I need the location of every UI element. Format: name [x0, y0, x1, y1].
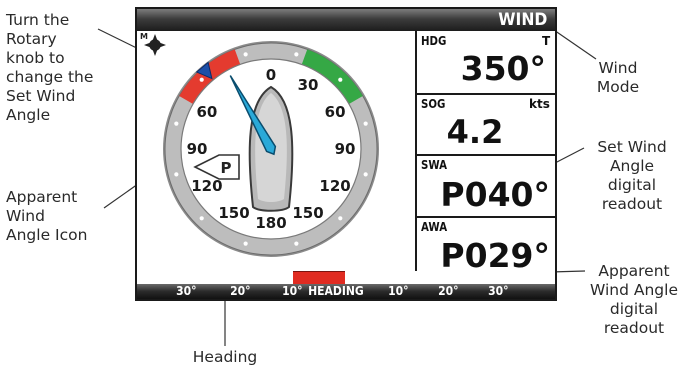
dial-tick [199, 216, 204, 221]
dial-angle-label: 30 [298, 76, 319, 94]
sog-unit: kts [529, 97, 550, 111]
heading-center-label: HEADING [308, 284, 364, 298]
heading-scale-label: 20° [230, 284, 251, 298]
callout-line: Angle [609, 157, 655, 175]
dial-tick [243, 241, 248, 246]
callout-line: Turn the [6, 11, 70, 29]
dial-angle-label: 150 [292, 204, 323, 222]
awa-readout-callout: Apparent Wind Angle digital readout [576, 262, 692, 338]
callout-line: change the [6, 68, 94, 86]
callout-line: Rotary [6, 30, 57, 48]
leader-line-wind-mode [550, 27, 597, 60]
svg-text:M: M [140, 32, 148, 41]
callout-line: Set Wind [6, 87, 76, 105]
panel-divider [415, 31, 417, 271]
dial-tick [199, 77, 204, 82]
dial-tick [338, 216, 343, 221]
dial-tick [363, 172, 368, 177]
heading-scale-label: 30° [488, 284, 509, 298]
callout-line: Wind [598, 59, 638, 77]
callout-line: digital [607, 176, 657, 194]
dial-tick [243, 52, 248, 57]
mode-title: WIND [497, 10, 547, 30]
cell-divider [415, 154, 555, 156]
dial-tick [174, 121, 179, 126]
awa-label: AWA [421, 220, 448, 234]
dial-angle-label: 90 [335, 140, 356, 158]
dial-angle-label: 150 [218, 204, 249, 222]
swa-value: P040° [440, 175, 550, 214]
callout-line: Wind Angle [590, 281, 678, 299]
dial-angle-label: 120 [191, 177, 222, 195]
awa-icon-callout: Apparent Wind Angle Icon [6, 188, 87, 245]
title-bar: WIND [137, 9, 555, 31]
dial-tick [174, 172, 179, 177]
sog-label: SOG [421, 97, 446, 111]
callout-line: Mode [596, 78, 640, 96]
dial-angle-label: 90 [187, 140, 208, 158]
wind-mode-callout: Wind Mode [588, 59, 648, 97]
hdg-unit: T [542, 34, 551, 48]
rotary-knob-callout: Turn the Rotary knob to change the Set W… [6, 11, 93, 125]
callout-line: readout [601, 195, 663, 213]
hdg-value: 350° [460, 49, 546, 88]
heading-scale-label: 30° [176, 284, 197, 298]
awa-value: P029° [440, 236, 550, 275]
dial-angle-label: 0 [266, 66, 276, 84]
dial-tick [363, 121, 368, 126]
heading-bar: 30° 20° 10° HEADING 10° 20° 30° [137, 271, 555, 299]
callout-line: Set Wind [597, 138, 667, 156]
device-screen: WIND M 0 30 60 90 120 150 180 150 120 90 60 P HDG T… [135, 7, 557, 301]
port-tack-label: P [221, 159, 232, 177]
dial-angle-label: 60 [196, 103, 217, 121]
dial-angle-label: 180 [255, 214, 286, 232]
dial-angle-label: 120 [319, 177, 350, 195]
heading-callout: Heading [170, 348, 280, 367]
callout-line: Wind [6, 207, 45, 225]
swa-readout-callout: Set Wind Angle digital readout [578, 138, 686, 214]
callout-line: readout [603, 319, 665, 337]
heading-scale-label: 10° [388, 284, 409, 298]
callout-line: Apparent [598, 262, 670, 280]
cell-divider [415, 216, 555, 218]
wind-dial: M 0 30 60 90 120 150 180 150 120 90 60 P [140, 32, 379, 257]
callout-line: Heading [192, 348, 258, 366]
cell-divider [415, 93, 555, 95]
compass-rose-icon: M [140, 32, 166, 56]
sog-value: 4.2 [446, 113, 504, 151]
dial-tick [294, 241, 299, 246]
dial-angle-label: 60 [325, 103, 346, 121]
swa-label: SWA [421, 158, 448, 172]
callout-line: digital [609, 300, 659, 318]
callout-line: Angle [6, 106, 51, 124]
heading-scale-label: 20° [438, 284, 459, 298]
heading-marker [293, 271, 345, 285]
hdg-label: HDG [421, 34, 447, 48]
dial-tick [338, 77, 343, 82]
dial-tick [294, 52, 299, 57]
callout-line: knob to [6, 49, 65, 67]
heading-scale-label: 10° [282, 284, 303, 298]
callout-line: Angle Icon [6, 226, 88, 244]
callout-line: Apparent [6, 188, 78, 206]
